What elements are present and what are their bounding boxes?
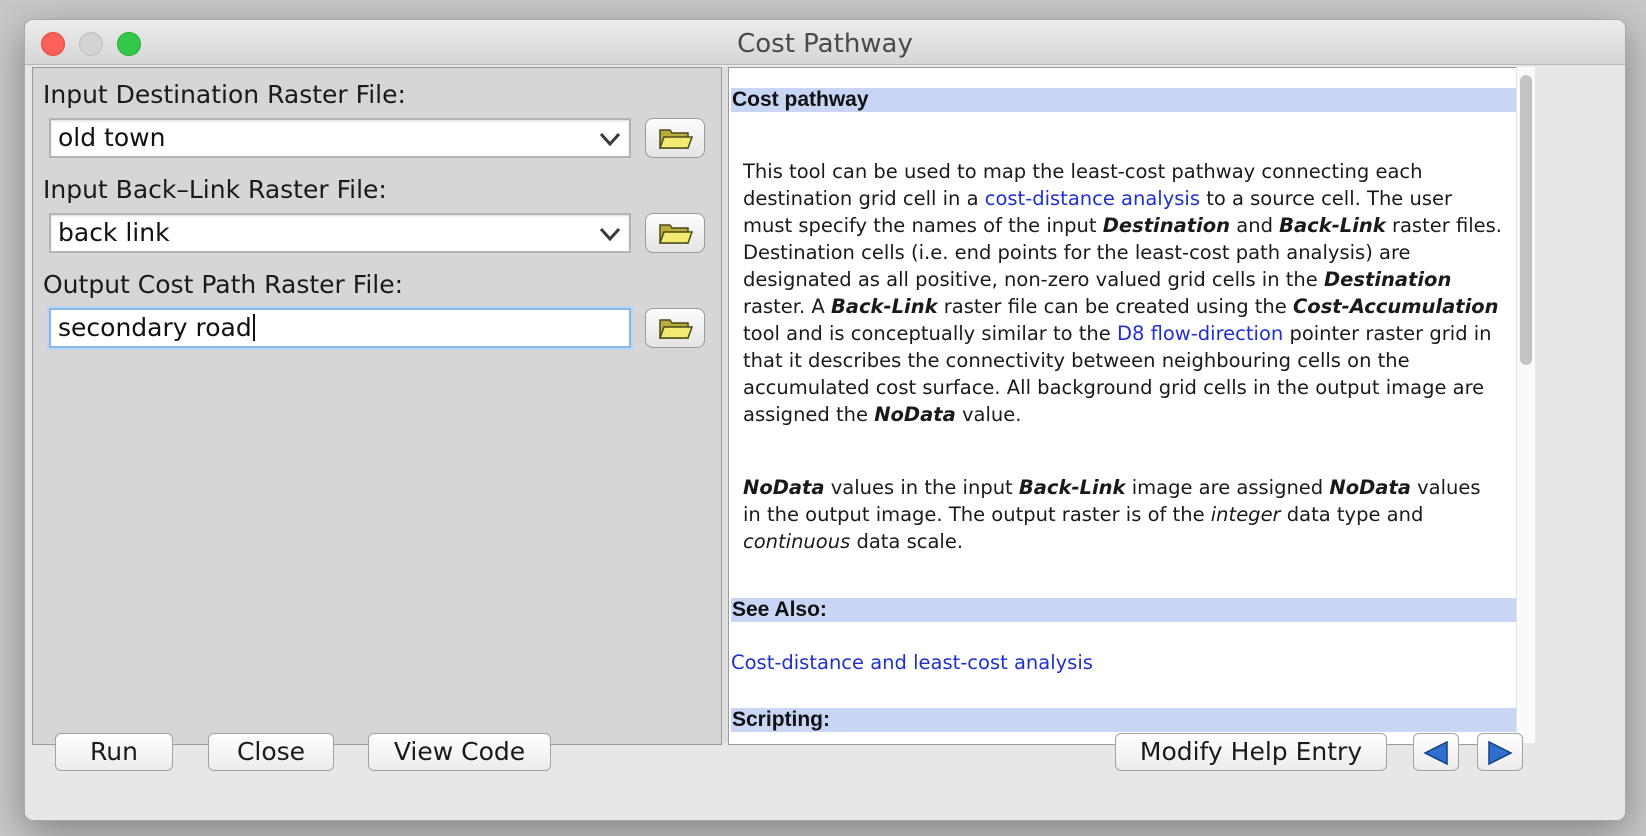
backlink-label: Input Back–Link Raster File: bbox=[43, 175, 387, 204]
cost-distance-least-cost-link[interactable]: Cost-distance and least-cost analysis bbox=[731, 651, 1093, 674]
cost-pathway-window: Cost Pathway Input Destination Raster Fi… bbox=[24, 19, 1626, 821]
scroll-thumb[interactable] bbox=[1520, 75, 1532, 365]
destination-label: Input Destination Raster File: bbox=[43, 80, 406, 109]
next-help-button[interactable] bbox=[1477, 733, 1523, 771]
see-also-heading: See Also: bbox=[731, 598, 1517, 622]
text-caret bbox=[252, 314, 255, 341]
backlink-browse-button[interactable] bbox=[645, 213, 705, 253]
destination-value: old town bbox=[58, 123, 166, 152]
view-code-button[interactable]: View Code bbox=[368, 733, 551, 771]
title-bar[interactable]: Cost Pathway bbox=[25, 20, 1625, 65]
output-label: Output Cost Path Raster File: bbox=[43, 270, 404, 299]
modify-help-entry-button[interactable]: Modify Help Entry bbox=[1115, 733, 1387, 771]
chevron-down-icon[interactable] bbox=[599, 128, 621, 150]
folder-open-icon bbox=[658, 129, 694, 149]
folder-open-icon bbox=[658, 224, 694, 244]
folder-open-icon bbox=[658, 319, 694, 339]
help-heading: Cost pathway bbox=[731, 88, 1517, 112]
run-button[interactable]: Run bbox=[55, 733, 173, 771]
input-form-pane: Input Destination Raster File: old town … bbox=[32, 67, 722, 745]
cost-distance-analysis-link[interactable]: cost-distance analysis bbox=[985, 187, 1200, 210]
destination-browse-button[interactable] bbox=[645, 118, 705, 158]
help-description: This tool can be used to map the least-c… bbox=[743, 160, 1503, 426]
destination-combobox[interactable]: old town bbox=[49, 118, 631, 158]
window-title: Cost Pathway bbox=[737, 29, 913, 59]
output-value-wrapper: secondary road bbox=[58, 313, 255, 342]
help-nodata-paragraph: NoData values in the input Back-Link ima… bbox=[743, 476, 1481, 553]
chevron-down-icon[interactable] bbox=[599, 223, 621, 245]
previous-help-button[interactable] bbox=[1413, 733, 1459, 771]
backlink-combobox[interactable]: back link bbox=[49, 213, 631, 253]
help-pane: Cost pathway This tool can be used to ma… bbox=[728, 67, 1518, 745]
arrow-left-icon bbox=[1423, 740, 1448, 766]
backlink-value: back link bbox=[58, 218, 170, 247]
d8-flow-direction-link[interactable]: D8 flow-direction bbox=[1117, 322, 1283, 345]
help-scrollbar[interactable] bbox=[1516, 67, 1535, 743]
scripting-heading: Scripting: bbox=[731, 708, 1517, 732]
output-text-field[interactable]: secondary road bbox=[49, 308, 631, 348]
arrow-right-icon bbox=[1488, 740, 1513, 766]
output-value: secondary road bbox=[58, 313, 252, 342]
output-browse-button[interactable] bbox=[645, 308, 705, 348]
close-button[interactable]: Close bbox=[208, 733, 334, 771]
